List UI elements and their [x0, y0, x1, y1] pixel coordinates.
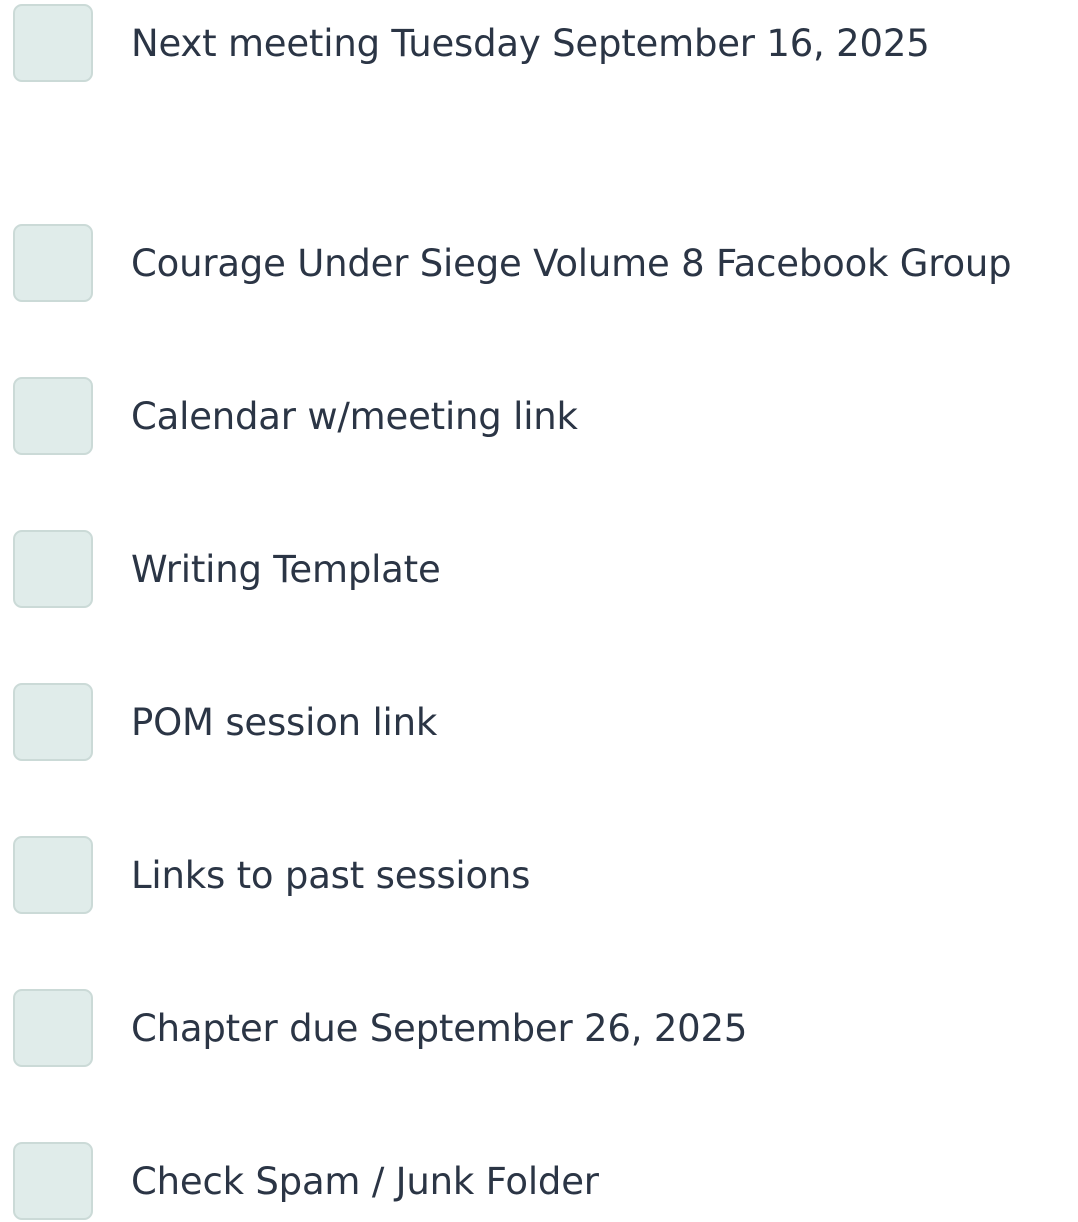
checklist-item-next-meeting[interactable]: Next meeting Tuesday September 16, 2025 [0, 4, 1078, 84]
checkbox[interactable] [13, 683, 93, 761]
checkbox[interactable] [13, 4, 93, 82]
checklist-item-facebook-group[interactable]: Courage Under Siege Volume 8 Facebook Gr… [0, 224, 1078, 304]
checklist-item-label[interactable]: Links to past sessions [131, 836, 530, 916]
checkbox[interactable] [13, 224, 93, 302]
checkbox[interactable] [13, 377, 93, 455]
checkbox[interactable] [13, 530, 93, 608]
checkbox[interactable] [13, 989, 93, 1067]
checklist-item-label[interactable]: Next meeting Tuesday September 16, 2025 [131, 4, 930, 84]
checklist-item-chapter-due[interactable]: Chapter due September 26, 2025 [0, 989, 1078, 1069]
checkbox[interactable] [13, 836, 93, 914]
checklist-item-label[interactable]: Courage Under Siege Volume 8 Facebook Gr… [131, 224, 1012, 304]
checklist-item-pom-session[interactable]: POM session link [0, 683, 1078, 763]
checklist-item-label[interactable]: Check Spam / Junk Folder [131, 1142, 599, 1222]
checklist-item-writing-template[interactable]: Writing Template [0, 530, 1078, 610]
checklist-item-check-spam[interactable]: Check Spam / Junk Folder [0, 1142, 1078, 1222]
checklist-item-label[interactable]: Calendar w/meeting link [131, 377, 578, 457]
checklist-item-label[interactable]: Chapter due September 26, 2025 [131, 989, 747, 1069]
checklist-item-label[interactable]: Writing Template [131, 530, 441, 610]
checklist-item-calendar[interactable]: Calendar w/meeting link [0, 377, 1078, 457]
checkbox[interactable] [13, 1142, 93, 1220]
checklist-item-label[interactable]: POM session link [131, 683, 437, 763]
checklist-item-past-sessions[interactable]: Links to past sessions [0, 836, 1078, 916]
checklist: Next meeting Tuesday September 16, 2025 … [0, 0, 1078, 1220]
